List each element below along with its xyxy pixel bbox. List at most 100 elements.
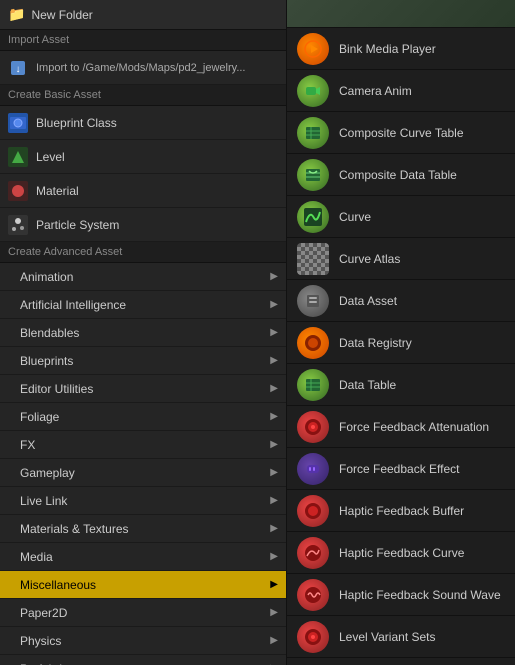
basic-item-particle[interactable]: Particle System [0, 208, 286, 242]
advanced-item-prefabricator[interactable]: Prefabricator ▶ [0, 655, 286, 665]
data-registry-label: Data Registry [339, 336, 412, 350]
right-item-data-table[interactable]: Data Table [287, 364, 515, 406]
advanced-item-foliage[interactable]: Foliage ▶ [0, 403, 286, 431]
materials-textures-label: Materials & Textures [20, 522, 270, 536]
right-item-bink-media-player[interactable]: Bink Media Player [287, 28, 515, 70]
advanced-item-editor-utilities[interactable]: Editor Utilities ▶ [0, 375, 286, 403]
import-asset-item[interactable]: ↓ Import to /Game/Mods/Maps/pd2_jewelry.… [0, 51, 286, 85]
level-label: Level [36, 150, 278, 164]
right-item-data-registry[interactable]: Data Registry [287, 322, 515, 364]
right-item-curve-atlas[interactable]: Curve Atlas [287, 238, 515, 280]
right-item-composite-curve-table[interactable]: Composite Curve Table [287, 112, 515, 154]
basic-item-level[interactable]: Level [0, 140, 286, 174]
haptic-feedback-sound-wave-icon [297, 579, 329, 611]
right-panel: Bink Media Player Camera Anim Composite … [287, 0, 515, 665]
bink-media-player-label: Bink Media Player [339, 42, 436, 56]
right-item-curve[interactable]: Curve [287, 196, 515, 238]
folder-icon: 📁 [8, 6, 25, 23]
paper2d-arrow: ▶ [270, 607, 278, 618]
ai-label: Artificial Intelligence [20, 298, 270, 312]
advanced-item-fx[interactable]: FX ▶ [0, 431, 286, 459]
blueprint-icon [8, 113, 28, 133]
ai-arrow: ▶ [270, 299, 278, 310]
curve-atlas-icon [297, 243, 329, 275]
advanced-item-physics[interactable]: Physics ▶ [0, 627, 286, 655]
force-feedback-effect-icon [297, 453, 329, 485]
material-icon [8, 181, 28, 201]
haptic-feedback-curve-icon [297, 537, 329, 569]
haptic-feedback-sound-wave-label: Haptic Feedback Sound Wave [339, 588, 501, 602]
curve-icon [297, 201, 329, 233]
blueprints-arrow: ▶ [270, 355, 278, 366]
right-item-haptic-feedback-curve[interactable]: Haptic Feedback Curve [287, 532, 515, 574]
new-folder-bar[interactable]: 📁 New Folder [0, 0, 286, 30]
data-asset-label: Data Asset [339, 294, 397, 308]
advanced-item-miscellaneous[interactable]: Miscellaneous ▶ [0, 571, 286, 599]
right-item-haptic-feedback-buffer[interactable]: Haptic Feedback Buffer [287, 490, 515, 532]
camera-anim-icon [297, 75, 329, 107]
level-icon [8, 147, 28, 167]
basic-item-blueprint[interactable]: Blueprint Class [0, 106, 286, 140]
data-asset-icon [297, 285, 329, 317]
blendables-label: Blendables [20, 326, 270, 340]
right-item-force-feedback-attenuation[interactable]: Force Feedback Attenuation [287, 406, 515, 448]
data-table-label: Data Table [339, 378, 396, 392]
material-label: Material [36, 184, 278, 198]
composite-data-table-icon [297, 159, 329, 191]
advanced-item-live-link[interactable]: Live Link ▶ [0, 487, 286, 515]
advanced-item-gameplay[interactable]: Gameplay ▶ [0, 459, 286, 487]
composite-curve-table-icon [297, 117, 329, 149]
editor-utilities-arrow: ▶ [270, 383, 278, 394]
media-arrow: ▶ [270, 551, 278, 562]
foliage-arrow: ▶ [270, 411, 278, 422]
svg-text:↓: ↓ [16, 64, 21, 75]
fx-arrow: ▶ [270, 439, 278, 450]
animation-label: Animation [20, 270, 270, 284]
import-path-label: Import to /Game/Mods/Maps/pd2_jewelry... [36, 62, 278, 74]
particle-label: Particle System [36, 218, 278, 232]
advanced-item-blueprints[interactable]: Blueprints ▶ [0, 347, 286, 375]
physics-arrow: ▶ [270, 635, 278, 646]
live-link-arrow: ▶ [270, 495, 278, 506]
animation-arrow: ▶ [270, 271, 278, 282]
level-variant-sets-label: Level Variant Sets [339, 630, 436, 644]
right-item-data-asset[interactable]: Data Asset [287, 280, 515, 322]
advanced-item-materials-textures[interactable]: Materials & Textures ▶ [0, 515, 286, 543]
editor-utilities-label: Editor Utilities [20, 382, 270, 396]
haptic-feedback-buffer-label: Haptic Feedback Buffer [339, 504, 464, 518]
create-basic-header: Create Basic Asset [0, 85, 286, 106]
right-item-camera-anim[interactable]: Camera Anim [287, 70, 515, 112]
import-asset-header: Import Asset [0, 30, 286, 51]
force-feedback-effect-label: Force Feedback Effect [339, 462, 460, 476]
gameplay-arrow: ▶ [270, 467, 278, 478]
basic-item-material[interactable]: Material [0, 174, 286, 208]
composite-curve-table-label: Composite Curve Table [339, 126, 464, 140]
advanced-item-animation[interactable]: Animation ▶ [0, 263, 286, 291]
advanced-item-ai[interactable]: Artificial Intelligence ▶ [0, 291, 286, 319]
materials-textures-arrow: ▶ [270, 523, 278, 534]
force-feedback-attenuation-label: Force Feedback Attenuation [339, 420, 489, 434]
top-image-bar [287, 0, 515, 28]
right-item-force-feedback-effect[interactable]: Force Feedback Effect [287, 448, 515, 490]
blendables-arrow: ▶ [270, 327, 278, 338]
media-label: Media [20, 550, 270, 564]
right-item-level-variant-sets[interactable]: Level Variant Sets [287, 616, 515, 658]
import-icon: ↓ [8, 58, 28, 78]
right-item-haptic-feedback-sound-wave[interactable]: Haptic Feedback Sound Wave [287, 574, 515, 616]
paper2d-label: Paper2D [20, 606, 270, 620]
create-advanced-header: Create Advanced Asset [0, 242, 286, 263]
data-registry-icon [297, 327, 329, 359]
force-feedback-attenuation-icon [297, 411, 329, 443]
blueprint-label: Blueprint Class [36, 116, 278, 130]
miscellaneous-label: Miscellaneous [20, 578, 270, 592]
new-folder-label: New Folder [31, 8, 92, 22]
gameplay-label: Gameplay [20, 466, 270, 480]
prefabricator-label: Prefabricator [20, 662, 270, 665]
left-panel: 📁 New Folder Import Asset ↓ Import to /G… [0, 0, 287, 665]
curve-label: Curve [339, 210, 371, 224]
advanced-item-blendables[interactable]: Blendables ▶ [0, 319, 286, 347]
advanced-item-paper2d[interactable]: Paper2D ▶ [0, 599, 286, 627]
blueprints-label: Blueprints [20, 354, 270, 368]
advanced-item-media[interactable]: Media ▶ [0, 543, 286, 571]
right-item-composite-data-table[interactable]: Composite Data Table [287, 154, 515, 196]
